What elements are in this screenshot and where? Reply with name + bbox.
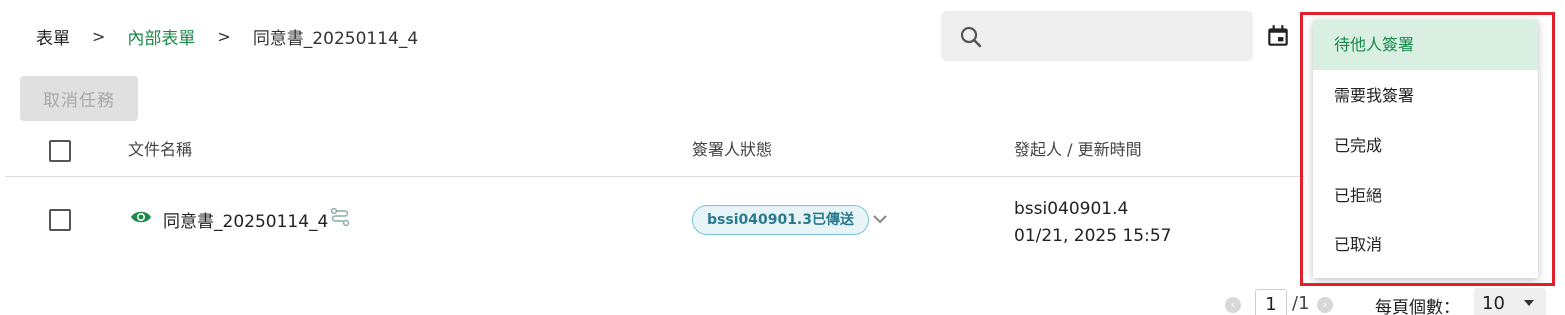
row-checkbox[interactable] <box>49 209 71 231</box>
breadcrumb-root[interactable]: 表單 <box>36 24 70 49</box>
breadcrumb-current: 同意書_20250114_4 <box>252 29 419 49</box>
per-page-value: 10 <box>1482 293 1505 314</box>
calendar-icon[interactable] <box>1265 23 1291 49</box>
search-icon <box>960 26 982 48</box>
breadcrumb-folder[interactable]: 內部表單 <box>127 24 195 49</box>
breadcrumb-separator: > <box>217 27 231 46</box>
next-page-button[interactable]: › <box>1317 297 1333 313</box>
signer-status-badge: bssi040901.3已傳送 <box>692 205 869 235</box>
cancel-task-button[interactable]: 取消任務 <box>20 76 138 121</box>
initiator-cell: bssi040901.4 01/21, 2025 15:57 <box>1014 196 1171 250</box>
initiator-name: bssi040901.4 <box>1014 199 1129 219</box>
per-page-label: 每頁個數： <box>1375 298 1460 315</box>
row-file-name[interactable]: 同意書_20250114_4 <box>163 207 328 232</box>
breadcrumb: 表單 > 內部表單 > 同意書_20250114_4 <box>36 24 418 49</box>
page-total: /1 <box>1292 293 1310 314</box>
page-number-input[interactable]: 1 <box>1255 289 1287 315</box>
search-input[interactable] <box>941 11 1253 61</box>
select-all-checkbox[interactable] <box>49 140 71 162</box>
highlight-box <box>1300 12 1555 286</box>
header-divider <box>5 176 1305 177</box>
breadcrumb-separator: > <box>92 27 106 46</box>
column-header-initiator-updated[interactable]: 發起人 / 更新時間 <box>1014 136 1142 160</box>
chevron-down-icon[interactable] <box>871 212 889 226</box>
updated-time: 01/21, 2025 15:57 <box>1014 226 1172 246</box>
eye-icon[interactable] <box>130 209 152 225</box>
routing-icon[interactable] <box>330 207 350 227</box>
per-page-select[interactable]: 10 <box>1474 288 1546 315</box>
column-header-signer-status[interactable]: 簽署人狀態 <box>692 136 772 160</box>
column-header-file-name[interactable]: 文件名稱 <box>128 136 192 160</box>
caret-down-icon <box>1524 300 1534 306</box>
previous-page-button[interactable]: ‹ <box>1225 297 1241 313</box>
